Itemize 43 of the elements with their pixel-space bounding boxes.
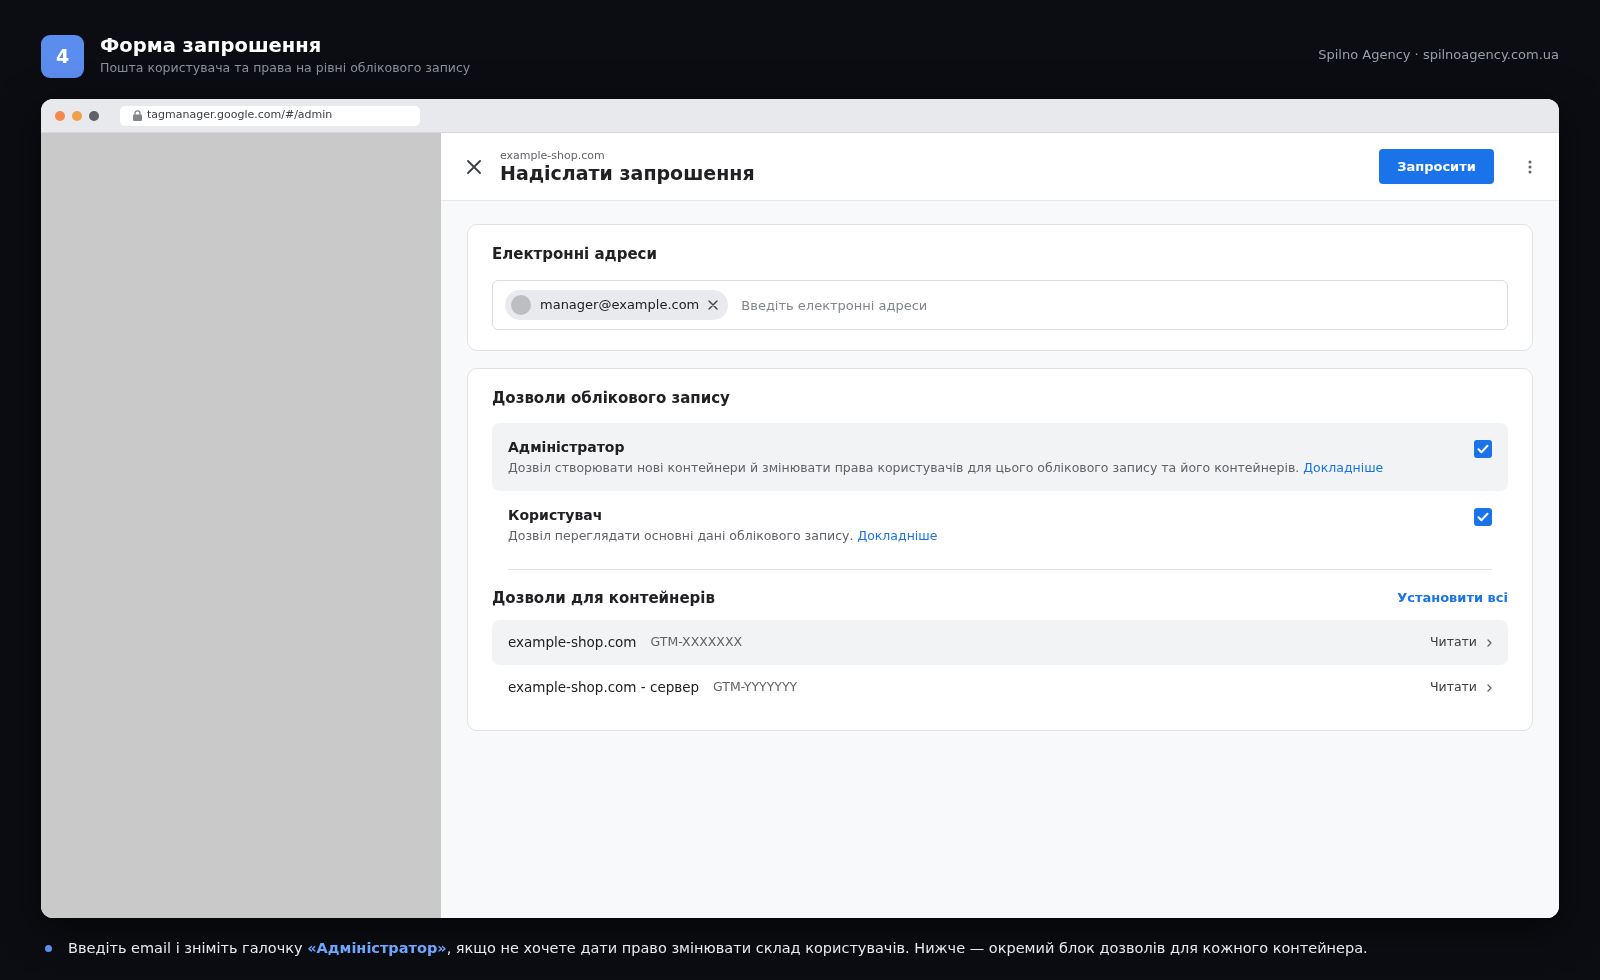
window-dot-icon[interactable] [89, 110, 99, 121]
lock-icon [133, 110, 142, 121]
bullet-dot-icon [45, 944, 52, 952]
close-icon[interactable] [467, 159, 481, 174]
credit-text: Spilno Agency · spilnoagency.com.ua [1318, 46, 1559, 65]
permission-description: Дозвіл створювати нові контейнери й змінювати права користувачів для цього облікового запису та його контейнерів. Докладніше [508, 459, 1385, 477]
email-chip-label: manager@example.com [540, 296, 700, 315]
email-field[interactable]: manager@example.com Введіть електронні адреси [492, 280, 1508, 330]
set-all-link[interactable]: Установити всі [1397, 588, 1508, 608]
learn-more-link[interactable]: Докладніше [1303, 460, 1384, 475]
email-input[interactable]: Введіть електронні адреси [741, 294, 1495, 316]
checkbox[interactable] [1474, 440, 1492, 458]
window-dot-icon[interactable] [72, 110, 82, 121]
container-name: example-shop.com [508, 633, 637, 653]
permission-title: Користувач [508, 506, 604, 525]
container-id: GTM-XXXXXXX [650, 633, 743, 652]
section-title: Електронні адреси [492, 244, 658, 264]
permission-title: Адміністратор [508, 438, 626, 457]
section-title: Дозволи для контейнерів [492, 588, 715, 608]
avatar-icon [511, 295, 531, 315]
page-title: Форма запрошення [100, 34, 323, 57]
section-title: Дозволи облікового запису [492, 388, 731, 408]
page-subtitle: Пошта користувача та права на рівні облікового запису [100, 58, 472, 76]
window-dot-icon[interactable] [55, 110, 65, 121]
access-dropdown[interactable]: Читати [1429, 678, 1492, 697]
address-bar[interactable]: tagmanager.google.com/#/admin [120, 105, 420, 126]
checkbox[interactable] [1474, 508, 1492, 526]
permission-description: Дозвіл переглядати основні дані облікового запису. Докладніше [508, 527, 939, 545]
remove-icon[interactable] [708, 300, 719, 310]
chevron-icon [1487, 638, 1492, 647]
learn-more-link[interactable]: Докладніше [857, 528, 938, 543]
container-id: GTM-YYYYYYY [713, 678, 798, 697]
dialog-title: Надіслати запрошення [500, 161, 756, 185]
check-icon [1476, 442, 1490, 456]
chevron-icon [1487, 683, 1492, 692]
access-dropdown[interactable]: Читати [1429, 633, 1492, 652]
caption-text: Введіть email і зніміть галочку «Адміністратор», якщо не хочете дати право змінювати склад користувачів. Нижче — окремий блок дозволів для кожного контейнера. [68, 939, 1368, 958]
container-name: example-shop.com - сервер [508, 678, 700, 698]
step-badge: 4 [41, 35, 84, 78]
invite-button[interactable]: Запросити [1379, 149, 1494, 184]
account-name: example-shop.com [500, 148, 606, 162]
check-icon [1476, 510, 1490, 524]
more-icon[interactable] [1528, 159, 1532, 174]
